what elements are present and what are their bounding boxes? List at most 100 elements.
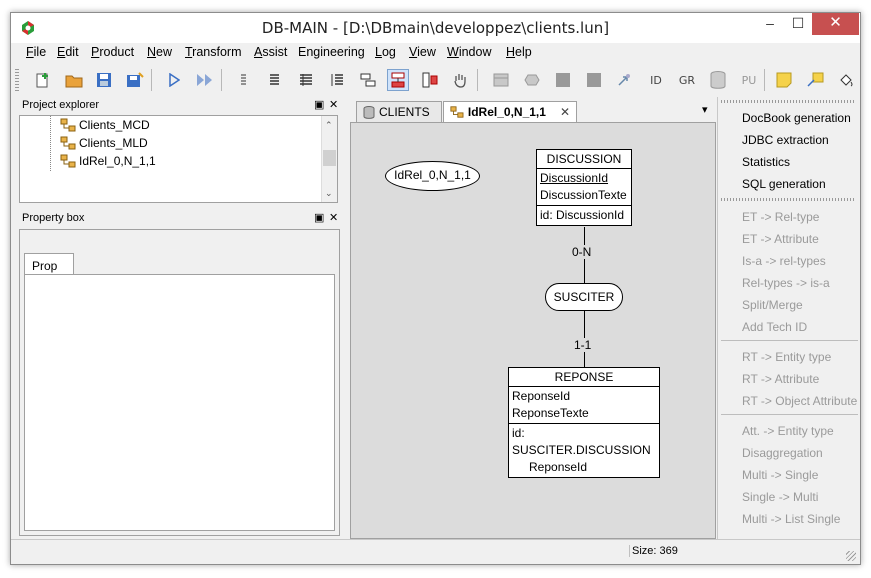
title-bar: DB-MAIN - [D:\DBmain\developpez\clients.… — [11, 13, 860, 43]
disaggregation-item[interactable]: Disaggregation — [742, 446, 860, 460]
new-project-icon[interactable] — [31, 69, 53, 91]
new-rel-type-icon[interactable] — [521, 69, 543, 91]
run-icon[interactable] — [163, 69, 185, 91]
rt-to-attribute-item[interactable]: RT -> Attribute — [742, 372, 860, 386]
text-sorted-view-icon[interactable] — [326, 69, 348, 91]
resize-grip-icon[interactable] — [846, 551, 856, 561]
is-a-to-rel-types-item[interactable]: Is-a -> rel-types — [742, 254, 860, 268]
text-compact-view-icon[interactable] — [233, 69, 255, 91]
new-role-icon[interactable] — [583, 69, 605, 91]
schema-name-ellipse[interactable]: IdRel_0,N_1,1 — [385, 161, 480, 191]
text-extended-view-icon[interactable] — [295, 69, 317, 91]
note-link-icon[interactable] — [804, 69, 826, 91]
close-button[interactable]: ✕ — [812, 13, 859, 35]
graph-standard-view-icon[interactable] — [387, 69, 409, 91]
menu-help[interactable]: Help — [506, 45, 532, 59]
run-all-icon[interactable] — [194, 69, 216, 91]
relationship-susciter[interactable]: SUSCITER — [545, 283, 623, 311]
editor-tabstrip: CLIENTS IdRel_0,N_1,1 ✕ ▾ — [350, 99, 718, 122]
project-explorer-dock-icon[interactable]: ▣ — [314, 98, 324, 113]
text-standard-view-icon[interactable] — [264, 69, 286, 91]
menu-engineering[interactable]: Engineering — [298, 45, 365, 59]
sql-generation-item[interactable]: SQL generation — [742, 177, 860, 191]
property-box-close-icon[interactable]: ✕ — [329, 211, 338, 226]
entity-discussion[interactable]: DISCUSSION DiscussionId DiscussionTexte … — [536, 149, 632, 226]
et-to-rel-type-item[interactable]: ET -> Rel-type — [742, 210, 860, 224]
colour-fill-icon[interactable] — [835, 69, 857, 91]
cardinality-top: 0-N — [570, 245, 594, 259]
tree-item-clients-mld[interactable]: Clients_MLD — [60, 136, 148, 150]
tab-idrel[interactable]: IdRel_0,N_1,1 ✕ — [443, 101, 577, 122]
graph-dependency-view-icon[interactable] — [419, 69, 441, 91]
scroll-up-icon[interactable]: ⌃ — [325, 120, 333, 131]
open-folder-icon[interactable] — [63, 69, 85, 91]
graph-compact-view-icon[interactable] — [357, 69, 379, 91]
rt-to-entity-type-item[interactable]: RT -> Entity type — [742, 350, 860, 364]
menu-view[interactable]: View — [409, 45, 436, 59]
cardinality-bottom: 1-1 — [572, 338, 594, 352]
panel-grip[interactable] — [721, 100, 856, 103]
property-box-title: Property box — [22, 212, 85, 224]
attribute[interactable]: ReponseTexte — [512, 405, 656, 422]
att-to-entity-type-item[interactable]: Att. -> Entity type — [742, 424, 860, 438]
status-size: Size: 369 — [629, 545, 678, 557]
new-attribute-icon[interactable] — [552, 69, 574, 91]
save-icon[interactable] — [93, 69, 115, 91]
new-processing-unit-button[interactable]: PU — [738, 69, 760, 91]
tree-item-clients-mcd[interactable]: Clients_MCD — [60, 118, 150, 132]
schema-canvas[interactable]: IdRel_0,N_1,1 DISCUSSION DiscussionId Di… — [350, 122, 716, 539]
et-to-attribute-item[interactable]: ET -> Attribute — [742, 232, 860, 246]
maximize-button[interactable]: ☐ — [784, 13, 812, 35]
statistics-item[interactable]: Statistics — [742, 155, 860, 169]
tab-list-dropdown-icon[interactable]: ▾ — [702, 103, 708, 116]
attribute[interactable]: ReponseId — [512, 388, 656, 405]
multi-to-single-item[interactable]: Multi -> Single — [742, 468, 860, 482]
gr-label: GR — [678, 73, 696, 87]
new-entity-type-icon[interactable] — [490, 69, 512, 91]
tab-prop[interactable]: Prop — [24, 253, 74, 275]
rel-types-to-is-a-item[interactable]: Rel-types -> is-a — [742, 276, 860, 290]
project-explorer-close-icon[interactable]: ✕ — [329, 98, 338, 113]
docbook-generation-item[interactable]: DocBook generation — [742, 111, 860, 125]
menu-window[interactable]: Window — [447, 45, 491, 59]
new-note-icon[interactable] — [773, 69, 795, 91]
hand-pan-icon[interactable] — [449, 69, 471, 91]
rt-to-object-attribute-item[interactable]: RT -> Object Attribute — [742, 394, 860, 408]
add-tech-id-item[interactable]: Add Tech ID — [742, 320, 860, 334]
minimize-button[interactable]: – — [756, 13, 784, 35]
multi-to-list-single-item[interactable]: Multi -> List Single — [742, 512, 860, 526]
new-group-button[interactable]: GR — [676, 69, 698, 91]
identifier[interactable]: id: DiscussionId — [540, 207, 628, 224]
menu-new[interactable]: New — [147, 45, 172, 59]
scroll-thumb[interactable] — [323, 150, 336, 166]
menu-log[interactable]: Log — [375, 45, 396, 59]
menu-file[interactable]: File — [26, 45, 46, 59]
toolbar-grip[interactable] — [15, 69, 19, 91]
jdbc-extraction-item[interactable]: JDBC extraction — [742, 133, 860, 147]
identifier-component[interactable]: ReponseId — [512, 459, 656, 476]
tab-close-icon[interactable]: ✕ — [560, 105, 570, 119]
tree-item-idrel[interactable]: IdRel_0,N_1,1 — [60, 154, 156, 168]
menu-product[interactable]: Product — [91, 45, 134, 59]
menu-edit[interactable]: Edit — [57, 45, 79, 59]
menu-transform[interactable]: Transform — [185, 45, 242, 59]
tab-clients[interactable]: CLIENTS — [356, 101, 442, 122]
split-merge-item[interactable]: Split/Merge — [742, 298, 860, 312]
identifier[interactable]: id: SUSCITER.DISCUSSION — [512, 425, 656, 459]
attribute[interactable]: DiscussionTexte — [540, 187, 628, 204]
entity-reponse[interactable]: REPONSE ReponseId ReponseTexte id: SUSCI… — [508, 367, 660, 478]
separator — [721, 414, 858, 415]
scroll-down-icon[interactable]: ⌄ — [325, 188, 333, 199]
property-box-header: Property box ▣ ✕ — [19, 211, 341, 227]
id-label: ID — [650, 73, 662, 87]
save-all-icon[interactable] — [124, 69, 146, 91]
panel-grip[interactable] — [721, 198, 856, 201]
new-identifier-button[interactable]: ID — [645, 69, 667, 91]
property-box-dock-icon[interactable]: ▣ — [314, 211, 324, 226]
new-collection-icon[interactable] — [707, 69, 729, 91]
menu-assist[interactable]: Assist — [254, 45, 287, 59]
attribute[interactable]: DiscussionId — [540, 170, 628, 187]
single-to-multi-item[interactable]: Single -> Multi — [742, 490, 860, 504]
new-is-a-icon[interactable] — [614, 69, 636, 91]
project-tree-scrollbar[interactable]: ⌃ ⌄ — [321, 116, 337, 202]
